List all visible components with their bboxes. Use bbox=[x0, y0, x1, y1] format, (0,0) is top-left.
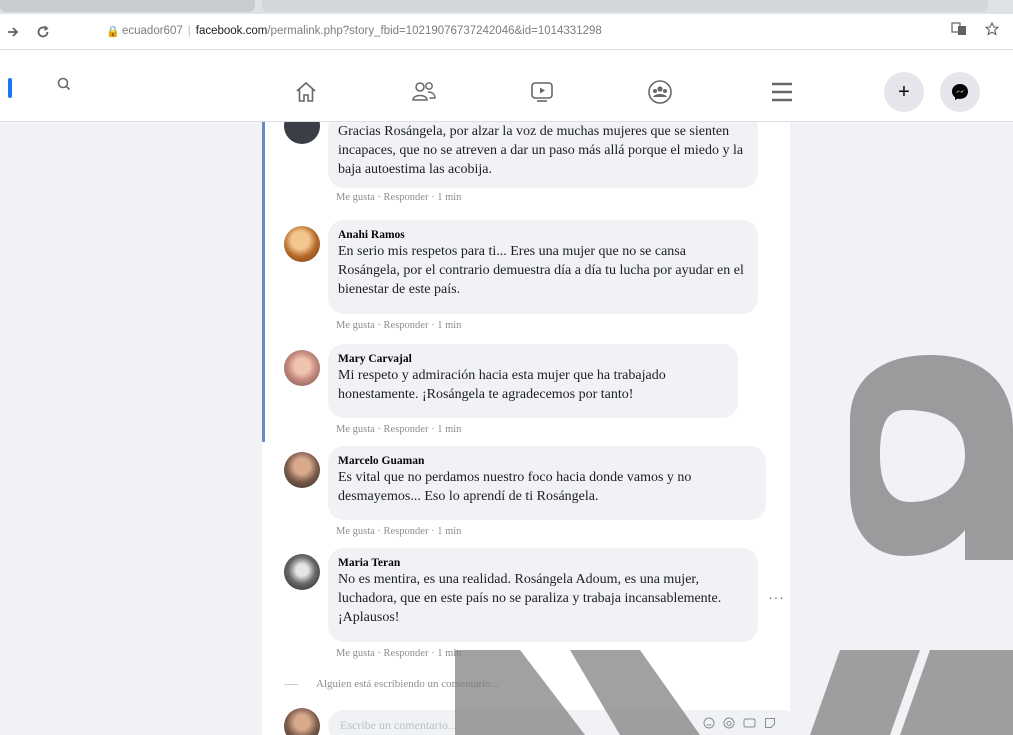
comment-bubble: Mary Carvajal Mi respeto y admiración ha… bbox=[328, 344, 738, 418]
header-left bbox=[0, 72, 100, 104]
typing-text: Alguien está escribiendo un comentario..… bbox=[316, 678, 499, 690]
comment-text: No es mentira, es una realidad. Rosángel… bbox=[338, 572, 722, 625]
like-link[interactable]: Me gusta bbox=[336, 320, 375, 331]
avatar[interactable] bbox=[284, 122, 320, 144]
browser-toolbar: 🔒 ecuador607 | facebook.com /permalink.p… bbox=[0, 14, 1013, 50]
comment-text: Gracias Rosángela, por alzar la voz de m… bbox=[338, 124, 744, 177]
star-icon[interactable] bbox=[984, 21, 1000, 39]
avatar[interactable] bbox=[284, 554, 320, 590]
like-link[interactable]: Me gusta bbox=[336, 648, 375, 659]
typing-indicator: Alguien está escribiendo un comentario..… bbox=[284, 678, 499, 690]
like-link[interactable]: Me gusta bbox=[336, 526, 375, 537]
url-bar[interactable]: 🔒 ecuador607 | facebook.com /permalink.p… bbox=[106, 19, 986, 43]
commenter-name[interactable]: Marcelo Guaman bbox=[338, 454, 756, 468]
comment: Mary Carvajal Mi respeto y admiración ha… bbox=[284, 344, 784, 440]
facebook-header: + bbox=[0, 50, 1013, 122]
watch-icon[interactable] bbox=[522, 76, 562, 108]
reply-link[interactable]: Responder bbox=[384, 526, 429, 537]
comment-text: Es vital que no perdamos nuestro foco ha… bbox=[338, 470, 692, 504]
more-options-button[interactable]: ··· bbox=[768, 592, 785, 608]
url-host: facebook.com bbox=[195, 25, 268, 37]
emoji-icon[interactable] bbox=[703, 717, 715, 733]
comment-bubble: Marcelo Guaman Es vital que no perdamos … bbox=[328, 446, 766, 520]
browser-tabstrip bbox=[0, 0, 1013, 14]
reply-link[interactable]: Responder bbox=[384, 192, 429, 203]
comment-time[interactable]: 1 min bbox=[437, 192, 461, 203]
comment: Marcelo Guaman Es vital que no perdamos … bbox=[284, 446, 784, 542]
comments-panel: Gracias Rosángela, por alzar la voz de m… bbox=[262, 122, 790, 735]
reply-link[interactable]: Responder bbox=[384, 648, 429, 659]
commenter-name[interactable]: Anahi Ramos bbox=[338, 228, 748, 242]
comment-time[interactable]: 1 min bbox=[437, 648, 461, 659]
comment-actions: Me gusta · Responder · 1 min bbox=[336, 320, 462, 331]
reply-link[interactable]: Responder bbox=[384, 320, 429, 331]
sticker-icon[interactable] bbox=[764, 717, 776, 733]
avatar[interactable] bbox=[284, 452, 320, 488]
browser-tab[interactable] bbox=[262, 0, 988, 12]
url-path: /permalink.php?story_fbid=10219076737242… bbox=[267, 25, 602, 37]
like-link[interactable]: Me gusta bbox=[336, 424, 375, 435]
thread-line bbox=[262, 122, 265, 442]
camera-icon[interactable] bbox=[723, 717, 735, 733]
comment: Maria Teran No es mentira, es una realid… bbox=[284, 548, 784, 672]
comment-time[interactable]: 1 min bbox=[437, 320, 461, 331]
groups-icon[interactable] bbox=[640, 76, 680, 108]
comment-text: Mi respeto y admiración hacia esta mujer… bbox=[338, 368, 666, 402]
reload-icon[interactable] bbox=[30, 19, 56, 45]
right-column bbox=[790, 122, 990, 735]
comment-time[interactable]: 1 min bbox=[437, 526, 461, 537]
comment-text: En serio mis respetos para ti... Eres un… bbox=[338, 244, 744, 297]
left-column bbox=[0, 122, 262, 735]
gif-icon[interactable] bbox=[743, 717, 756, 733]
avatar[interactable] bbox=[284, 350, 320, 386]
typing-divider bbox=[284, 683, 298, 685]
commenter-name[interactable]: Mary Carvajal bbox=[338, 352, 728, 366]
translate-icon[interactable] bbox=[951, 22, 967, 39]
browser-tab[interactable] bbox=[0, 0, 255, 12]
browser-actions bbox=[951, 21, 1000, 39]
lock-icon[interactable]: 🔒 bbox=[106, 25, 122, 38]
comment-bubble: Gracias Rosángela, por alzar la voz de m… bbox=[328, 122, 758, 188]
comment-actions: Me gusta · Responder · 1 min bbox=[336, 648, 462, 659]
friends-icon[interactable] bbox=[404, 76, 444, 108]
messenger-icon[interactable] bbox=[940, 72, 980, 112]
comment-actions: Me gusta · Responder · 1 min bbox=[336, 424, 462, 435]
comment-time[interactable]: 1 min bbox=[437, 424, 461, 435]
comment-bubble: Maria Teran No es mentira, es una realid… bbox=[328, 548, 758, 642]
comment: Gracias Rosángela, por alzar la voz de m… bbox=[284, 122, 784, 208]
like-link[interactable]: Me gusta bbox=[336, 192, 375, 203]
composer-icons bbox=[703, 717, 776, 733]
comment-actions: Me gusta · Responder · 1 min bbox=[336, 526, 462, 537]
back-arrow-icon[interactable] bbox=[0, 19, 26, 45]
comment: Anahi Ramos En serio mis respetos para t… bbox=[284, 220, 784, 338]
avatar[interactable] bbox=[284, 226, 320, 262]
avatar[interactable] bbox=[284, 708, 320, 735]
url-divider: | bbox=[187, 25, 191, 37]
comment-bubble: Anahi Ramos En serio mis respetos para t… bbox=[328, 220, 758, 314]
search-icon[interactable] bbox=[56, 76, 72, 97]
url-host-prefix: ecuador607 bbox=[122, 25, 183, 37]
commenter-name[interactable]: Maria Teran bbox=[338, 556, 748, 570]
reply-link[interactable]: Responder bbox=[384, 424, 429, 435]
home-icon[interactable] bbox=[286, 76, 326, 108]
comment-composer: Escribe un comentario... bbox=[284, 708, 790, 735]
plus-icon[interactable]: + bbox=[884, 72, 924, 112]
comment-actions: Me gusta · Responder · 1 min bbox=[336, 192, 462, 203]
menu-icon[interactable] bbox=[762, 76, 802, 108]
facebook-logo-edge[interactable] bbox=[8, 78, 12, 98]
